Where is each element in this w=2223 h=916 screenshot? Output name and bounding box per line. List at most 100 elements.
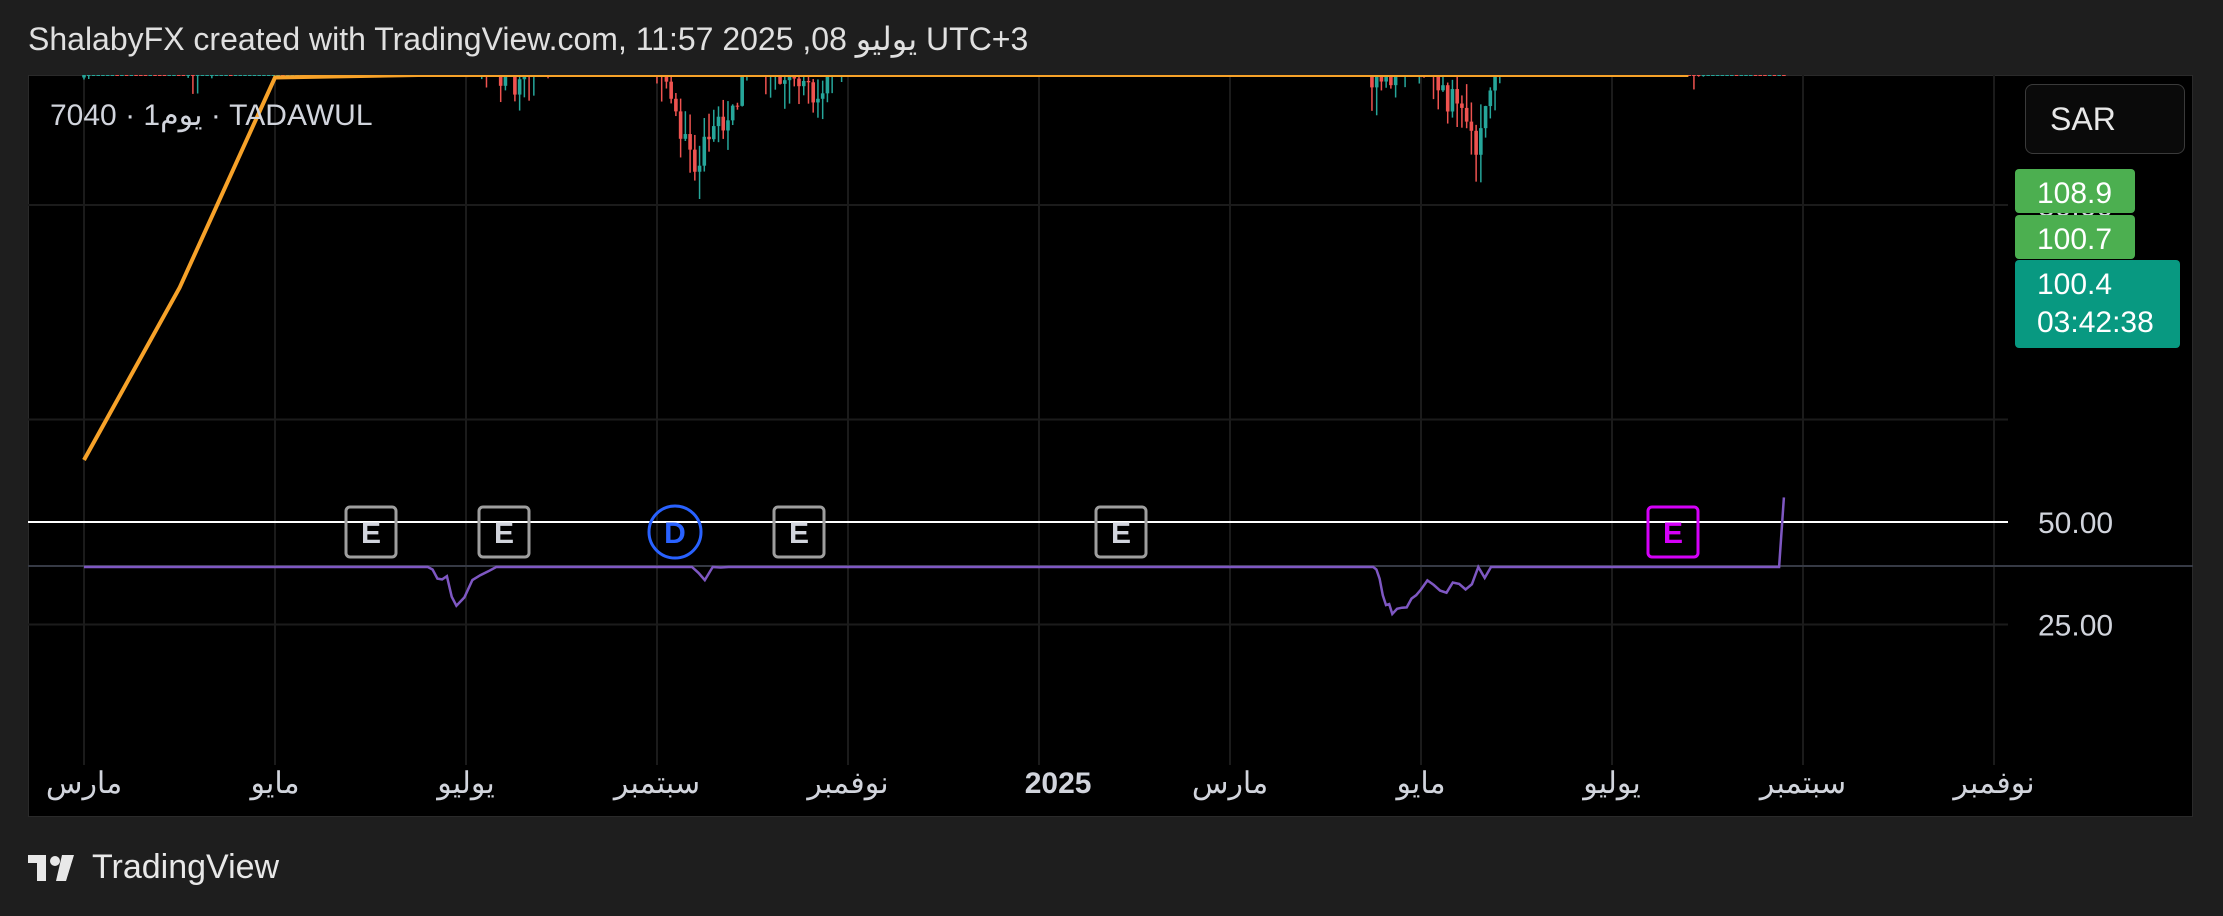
- marker-label: D: [664, 517, 686, 550]
- candle-body: [816, 98, 820, 103]
- candle-body: [517, 79, 522, 95]
- candle-body: [82, 75, 86, 78]
- currency-selector[interactable]: SAR: [2025, 84, 2185, 154]
- candle-body: [716, 116, 721, 127]
- marker-label: E: [1111, 517, 1131, 550]
- candle-body: [730, 105, 735, 121]
- moving-average-line: [82, 75, 1689, 461]
- candle-body: [1696, 75, 1701, 76]
- x-tick-label: يوليو: [1581, 767, 1641, 801]
- candle-body: [674, 98, 678, 112]
- tradingview-logo[interactable]: TradingView: [28, 848, 279, 887]
- candle-body: [782, 80, 787, 84]
- candle-body: [707, 136, 711, 140]
- candle-body: [1692, 75, 1696, 76]
- candle-body: [1479, 128, 1483, 155]
- candle-body: [139, 75, 143, 76]
- candle-body: [233, 75, 238, 76]
- candle-body: [195, 75, 200, 76]
- candle-body: [143, 75, 148, 76]
- candle-body: [513, 75, 517, 95]
- x-tick-label: يوليو: [435, 767, 495, 801]
- candle-body: [228, 75, 233, 76]
- candle-body: [181, 75, 186, 76]
- resistance-tag-text: 108.9: [2037, 177, 2112, 210]
- candle-body: [811, 82, 816, 103]
- event-marker-e[interactable]: E: [344, 505, 398, 559]
- candle-body: [1474, 130, 1478, 155]
- event-markers[interactable]: EEDEEE: [344, 504, 1700, 560]
- candle-body: [1706, 75, 1710, 76]
- candle-body: [120, 75, 124, 76]
- candle-body: [214, 75, 219, 76]
- event-marker-e[interactable]: E: [772, 505, 826, 559]
- candle-body: [820, 93, 825, 99]
- candle-body: [1445, 85, 1450, 112]
- currency-label: SAR: [2050, 100, 2116, 137]
- candle-body: [172, 75, 176, 76]
- candle-body: [1763, 75, 1767, 76]
- marker-label: E: [1663, 517, 1683, 550]
- candle-body: [110, 75, 115, 76]
- candle-body: [176, 75, 181, 76]
- x-tick-label: نوفمبر: [1951, 767, 2034, 801]
- candle-body: [1744, 75, 1748, 76]
- candle-body: [1460, 103, 1464, 108]
- candle-body: [134, 75, 138, 76]
- chart-grid: [28, 75, 2008, 765]
- x-tick-label: مارس: [1192, 767, 1268, 801]
- candle-body: [702, 136, 707, 166]
- candle-body: [210, 75, 214, 76]
- rsi-tick-label: 25.00: [2038, 610, 2113, 643]
- candle-body: [200, 75, 205, 76]
- candle-body: [252, 75, 257, 76]
- candle-body: [1739, 75, 1744, 76]
- candle-body: [1715, 75, 1720, 76]
- candle-body: [669, 81, 673, 99]
- x-tick-label: سبتمبر: [1758, 767, 1846, 801]
- last-price-tag: 100.4 03:42:38: [2015, 260, 2180, 348]
- candle-body: [157, 75, 162, 76]
- candle-body: [1753, 75, 1758, 76]
- candle-body: [115, 75, 119, 76]
- candle-body: [153, 75, 157, 76]
- candle-body: [1469, 121, 1474, 131]
- candles: [82, 75, 1786, 199]
- candle-body: [1464, 107, 1469, 122]
- chart-caption: ShalabyFX created with TradingView.com, …: [28, 21, 1029, 57]
- candle-body: [124, 75, 129, 76]
- price-tags: 108.9 100.7 100.4 03:42:38: [2015, 169, 2180, 348]
- candle-body: [1777, 75, 1781, 76]
- symbol-title[interactable]: 7040 · 1يوم · TADAWUL: [50, 99, 373, 133]
- candle-body: [1483, 106, 1488, 129]
- candle-body: [186, 75, 190, 76]
- candle-body: [205, 75, 209, 76]
- event-marker-e[interactable]: E: [477, 505, 531, 559]
- event-marker-e[interactable]: E: [1646, 505, 1700, 559]
- candle-body: [683, 134, 688, 139]
- candle-body: [101, 75, 105, 76]
- candle-body: [1450, 89, 1455, 112]
- candle-body: [825, 75, 830, 94]
- candle-body: [129, 75, 134, 76]
- rsi-line: [84, 497, 1786, 617]
- candle-body: [224, 75, 228, 76]
- candle-body: [693, 149, 697, 172]
- last-price-tag-text: 03:42:38: [2037, 306, 2154, 339]
- x-tick-label: سبتمبر: [612, 767, 700, 801]
- candle-body: [1730, 75, 1734, 76]
- candle-body: [711, 126, 716, 140]
- price-chart[interactable]: EEDEEE مارس مايو يوليو سبتمبر نوفمبر 2025 مارس…: [28, 75, 2193, 817]
- x-tick-label: نوفمبر: [805, 767, 888, 801]
- x-axis: مارس مايو يوليو سبتمبر نوفمبر 2025 مارس مايو يول…: [46, 767, 2035, 801]
- candle-body: [167, 75, 172, 76]
- tradingview-brand: TradingView: [92, 848, 280, 886]
- event-marker-e[interactable]: E: [1094, 505, 1148, 559]
- candle-body: [191, 75, 195, 76]
- candle-body: [1493, 75, 1497, 91]
- resistance-tag: 108.9: [2015, 169, 2135, 213]
- marker-label: E: [789, 517, 809, 550]
- candle-body: [688, 134, 692, 150]
- candle-body: [105, 75, 110, 76]
- candle-body: [726, 120, 730, 131]
